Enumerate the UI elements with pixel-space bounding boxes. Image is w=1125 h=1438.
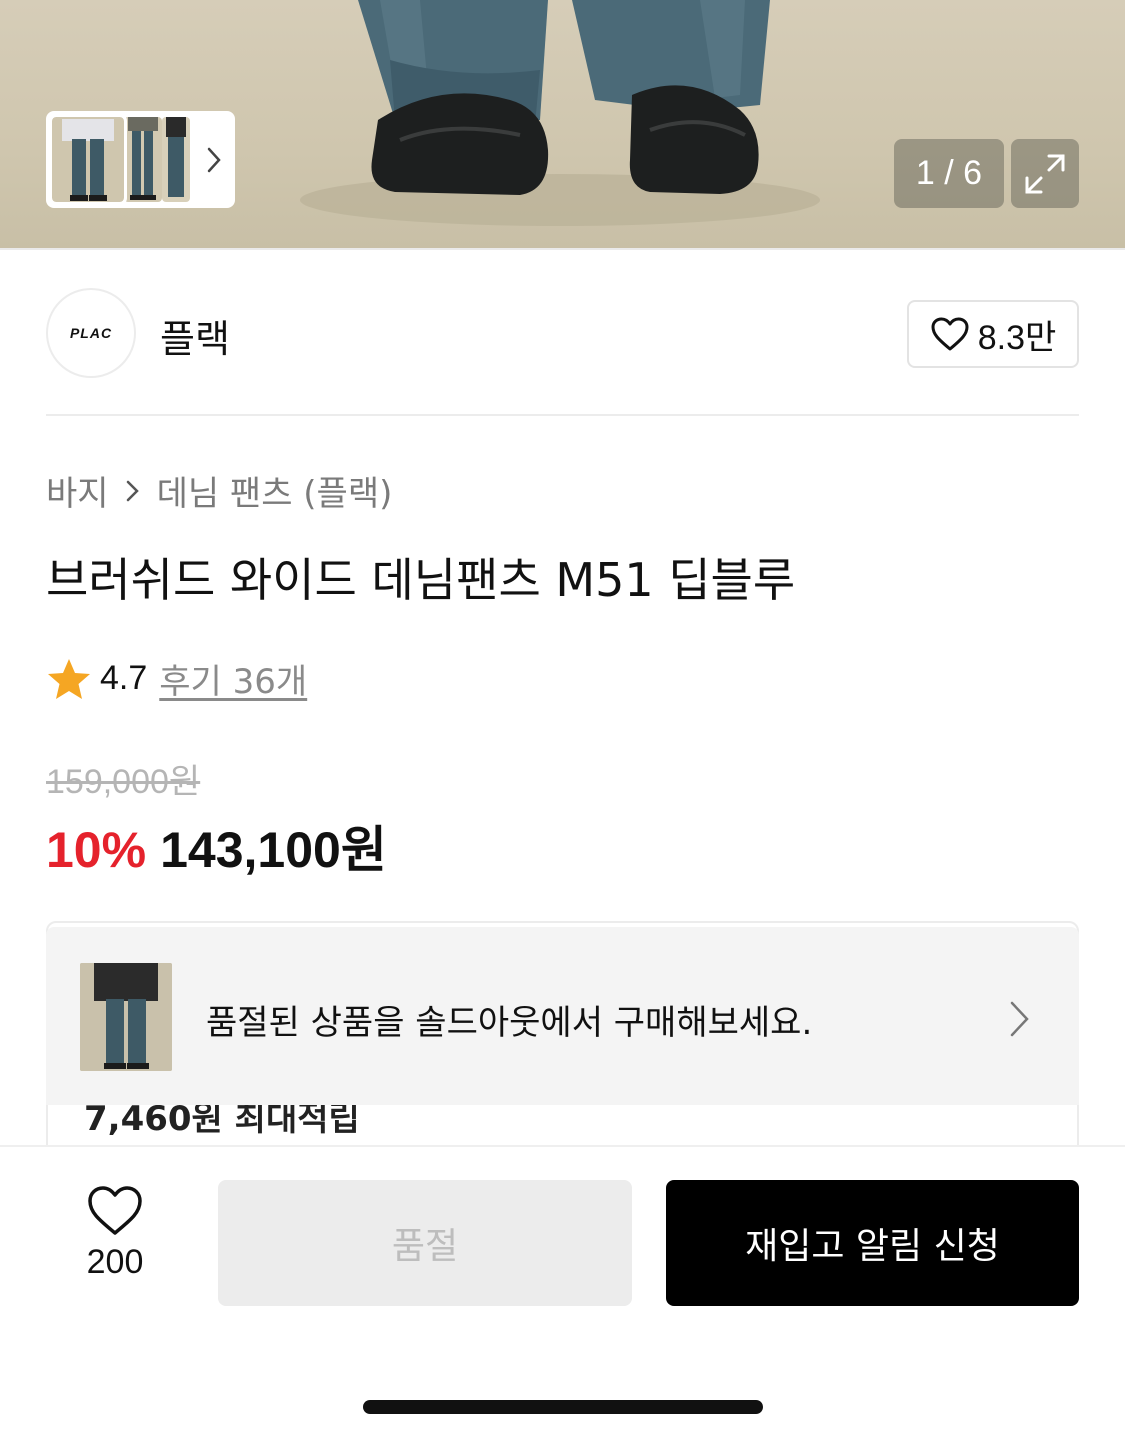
hero-divider bbox=[0, 248, 1125, 250]
thumbnail-strip[interactable] bbox=[46, 111, 235, 208]
original-price: 159,000원 bbox=[46, 763, 201, 801]
heart-outline-icon bbox=[88, 1186, 142, 1235]
brand-like-button[interactable]: 8.3만 bbox=[907, 300, 1079, 368]
thumbnail-1[interactable] bbox=[49, 114, 127, 205]
product-image[interactable]: 1 / 6 bbox=[0, 0, 1125, 250]
soldout-banner[interactable]: 품절된 상품을 솔드아웃에서 구매해보세요. bbox=[46, 927, 1079, 1105]
wishlist-button[interactable]: 200 bbox=[60, 1185, 170, 1295]
chevron-right-icon bbox=[1008, 999, 1032, 1043]
brand-logo[interactable]: PLAC bbox=[46, 288, 136, 378]
banner-text: 품절된 상품을 솔드아웃에서 구매해보세요. bbox=[206, 1003, 813, 1043]
soldout-button[interactable]: 품절 bbox=[218, 1180, 632, 1306]
price-row: 10% 143,100원 bbox=[46, 810, 387, 882]
review-link[interactable]: 후기 36개 bbox=[159, 654, 307, 703]
discount-rate: 10% bbox=[46, 822, 147, 878]
rating-value: 4.7 bbox=[100, 659, 148, 697]
restock-alert-button[interactable]: 재입고 알림 신청 bbox=[666, 1180, 1079, 1306]
expand-icon bbox=[1025, 154, 1065, 193]
rating: 4.7 후기 36개 bbox=[46, 654, 307, 703]
breadcrumb-category[interactable]: 바지 bbox=[46, 466, 109, 515]
chevron-right-icon[interactable] bbox=[200, 143, 228, 177]
expand-button[interactable] bbox=[1011, 139, 1079, 208]
banner-product-thumbnail bbox=[80, 963, 172, 1071]
brand-logo-text: PLAC bbox=[69, 325, 113, 341]
breadcrumb: 바지 데님 팬츠 (플랙) bbox=[46, 466, 392, 515]
divider bbox=[46, 414, 1079, 416]
product-title: 브러쉬드 와이드 데님팬츠 M51 딥블루 bbox=[46, 553, 796, 607]
star-icon bbox=[48, 658, 90, 699]
brand-like-count: 8.3만 bbox=[977, 318, 1057, 357]
brand-name[interactable]: 플랙 bbox=[160, 308, 230, 363]
sale-price: 143,100원 bbox=[160, 822, 387, 878]
chevron-right-icon bbox=[125, 478, 141, 504]
home-indicator[interactable] bbox=[363, 1400, 763, 1414]
thumbnail-2[interactable] bbox=[124, 117, 162, 202]
wishlist-count: 200 bbox=[86, 1243, 144, 1281]
thumbnail-3[interactable] bbox=[162, 117, 190, 202]
heart-outline-icon bbox=[931, 317, 969, 351]
breadcrumb-subcategory[interactable]: 데님 팬츠 (플랙) bbox=[157, 466, 393, 515]
image-counter: 1 / 6 bbox=[894, 139, 1004, 208]
